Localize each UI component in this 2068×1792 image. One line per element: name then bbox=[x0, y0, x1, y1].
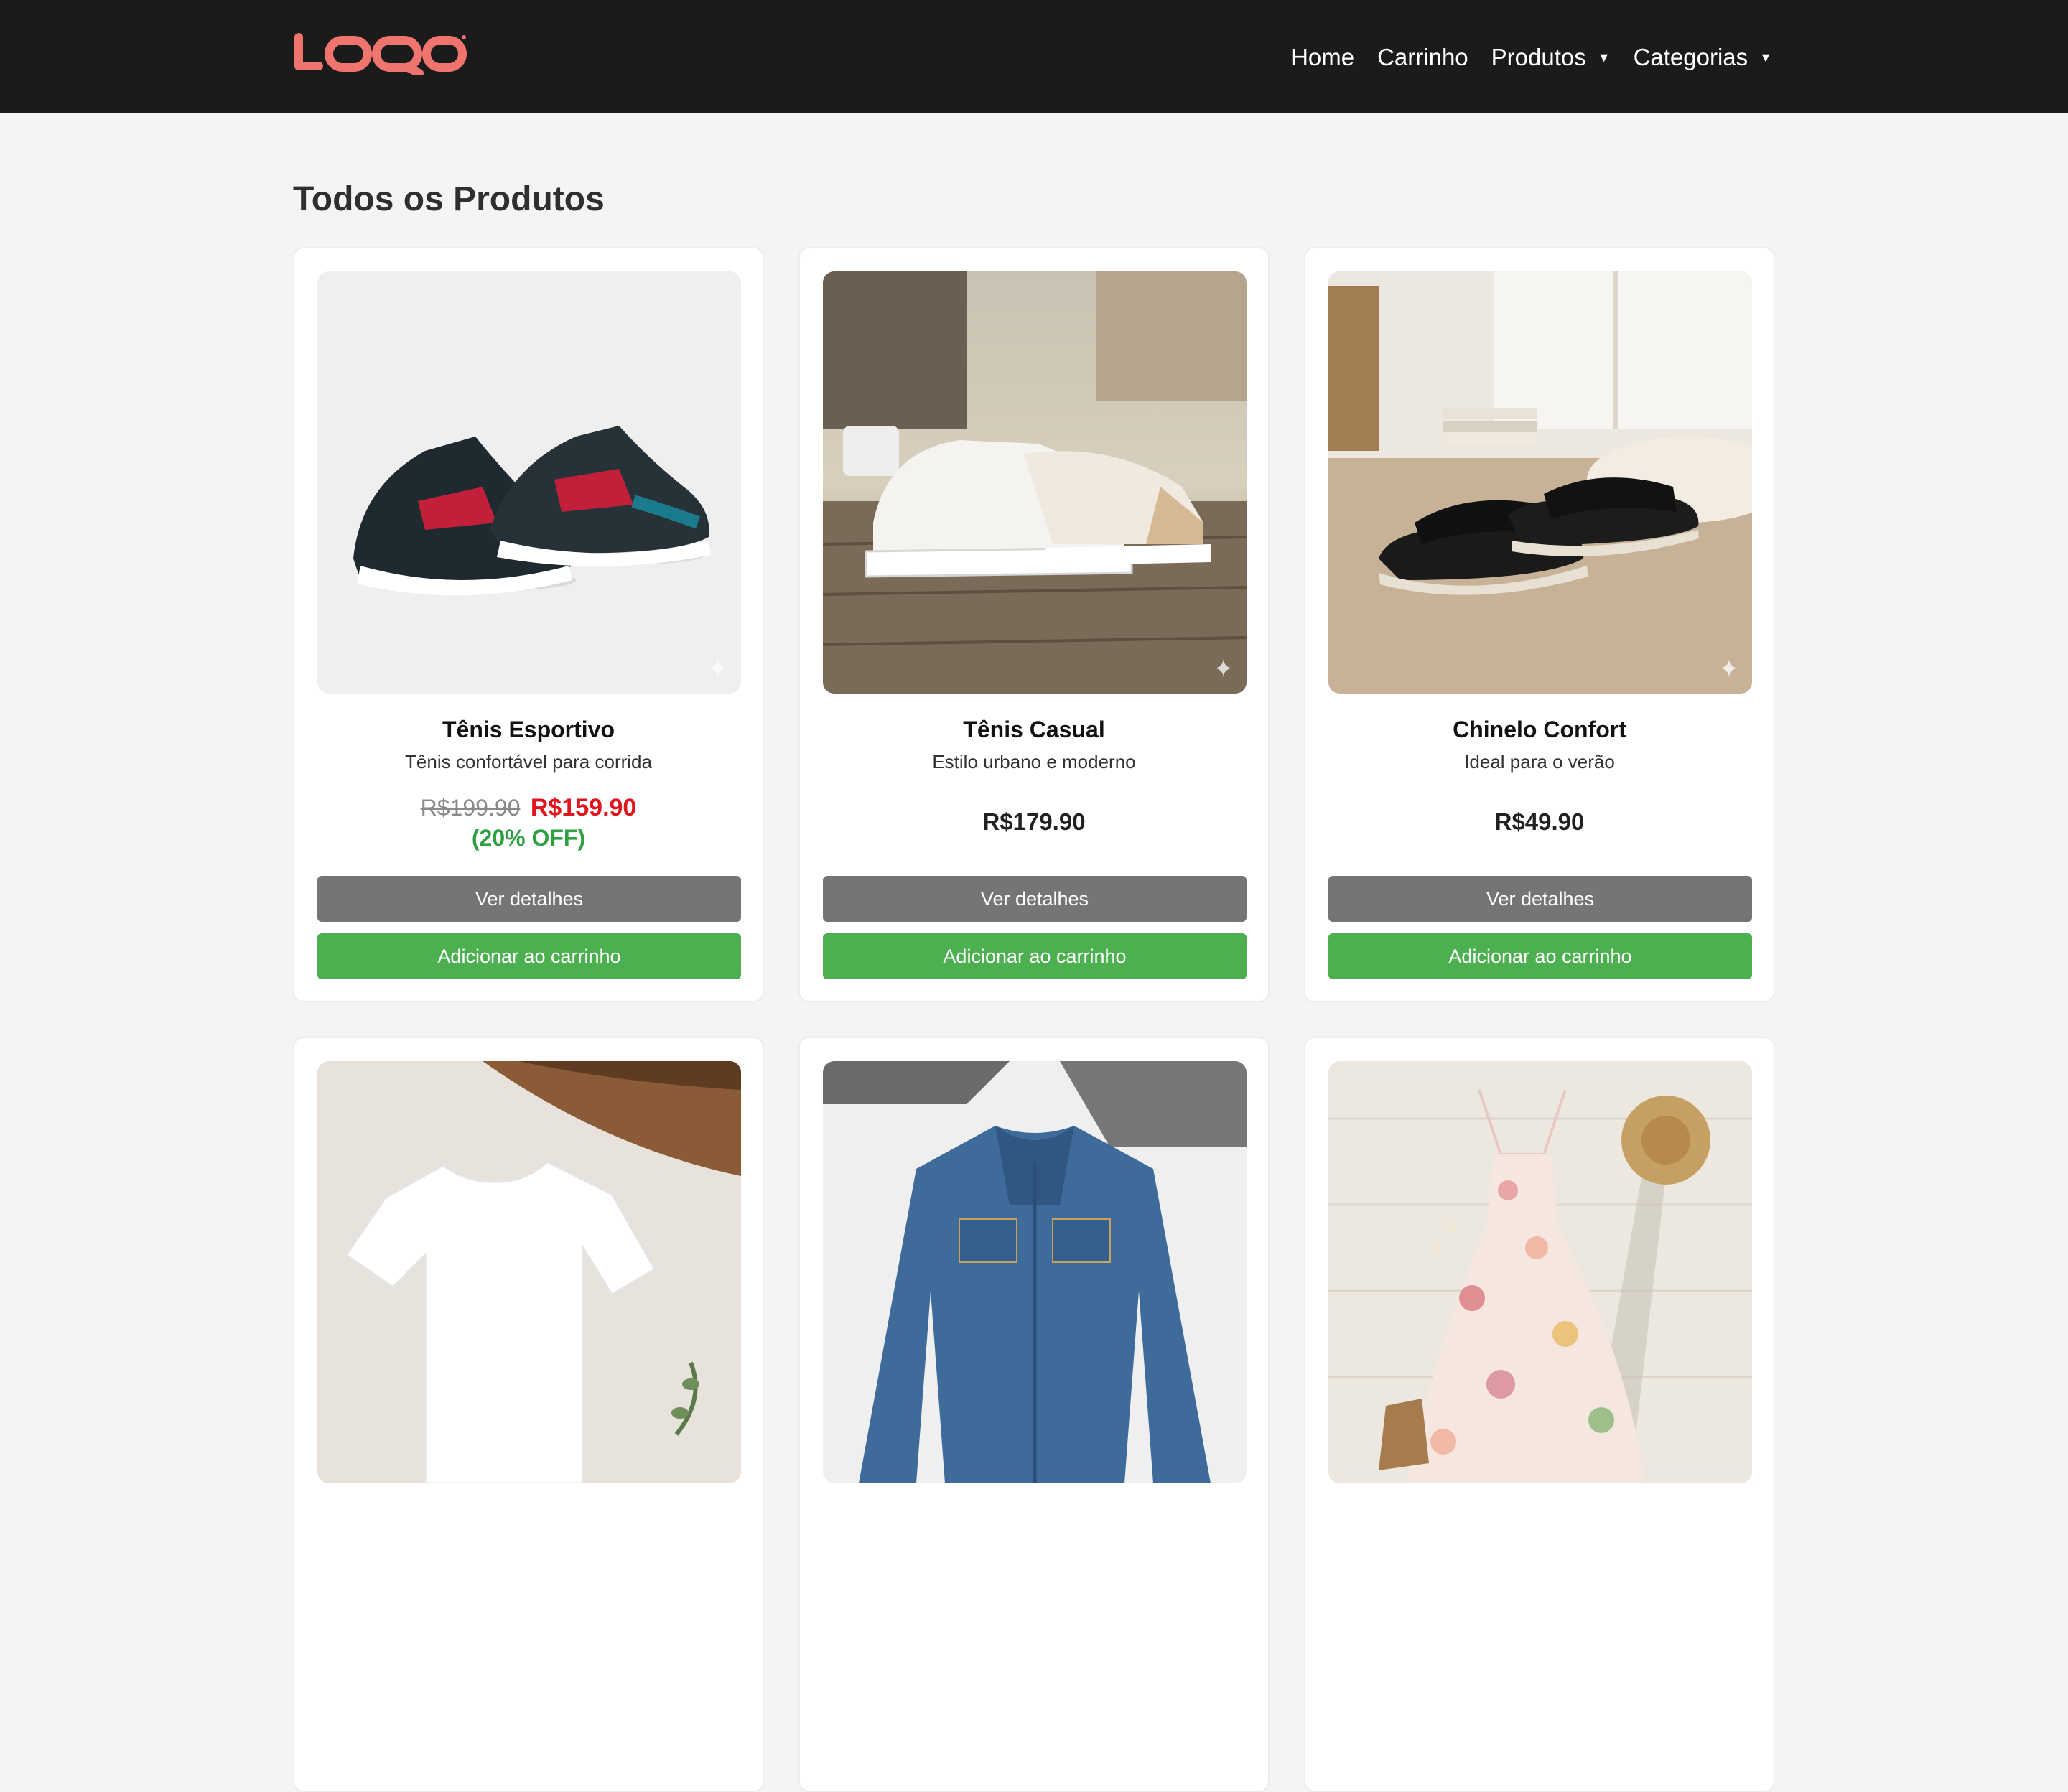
view-details-button[interactable]: Ver detalhes bbox=[823, 876, 1247, 922]
main-nav: Home Carrinho Produtos ▼ Categorias ▼ bbox=[1291, 37, 1772, 78]
product-name: Tênis Casual bbox=[963, 717, 1105, 742]
product-name: Chinelo Confort bbox=[1453, 717, 1626, 742]
product-description: Ideal para o verão bbox=[1464, 751, 1615, 773]
nav-products-dropdown[interactable]: Produtos ▼ bbox=[1491, 44, 1611, 71]
product-price: R$49.90 bbox=[1494, 808, 1585, 835]
nav-products-label: Produtos bbox=[1491, 44, 1586, 70]
add-to-cart-button[interactable]: Adicionar ao carrinho bbox=[1328, 933, 1752, 979]
product-image-denim-jacket[interactable] bbox=[823, 1061, 1247, 1483]
product-card: ✦ Tênis Casual Estilo urbano e moderno R… bbox=[798, 247, 1270, 1002]
sale-price: R$159.90 bbox=[530, 794, 637, 821]
view-details-button[interactable]: Ver detalhes bbox=[317, 876, 741, 922]
add-to-cart-button[interactable]: Adicionar ao carrinho bbox=[317, 933, 741, 979]
product-description: Estilo urbano e moderno bbox=[932, 751, 1136, 773]
product-image-floral-dress[interactable] bbox=[1328, 1061, 1752, 1483]
sparkle-icon: ✦ bbox=[707, 655, 729, 683]
add-to-cart-button[interactable]: Adicionar ao carrinho bbox=[823, 933, 1247, 979]
product-card: ✦ Tênis Esportivo Tênis confortável para… bbox=[293, 247, 764, 1002]
product-image-tshirt[interactable] bbox=[317, 1061, 741, 1483]
product-image-sneakers[interactable]: ✦ bbox=[317, 271, 741, 694]
page-title: Todos os Produtos bbox=[293, 180, 605, 218]
product-price: R$179.90 bbox=[982, 808, 1086, 835]
nav-cart-label: Carrinho bbox=[1377, 44, 1468, 70]
caret-down-icon: ▼ bbox=[1597, 50, 1611, 65]
product-image-casual-sneakers[interactable]: ✦ bbox=[823, 271, 1247, 694]
nav-categories-label: Categorias bbox=[1633, 44, 1748, 70]
view-details-button[interactable]: Ver detalhes bbox=[1328, 876, 1752, 922]
product-card bbox=[293, 1037, 764, 1792]
caret-down-icon: ▼ bbox=[1759, 50, 1772, 65]
product-description: Tênis confortável para corrida bbox=[405, 751, 652, 773]
original-price: R$199.90 bbox=[420, 795, 521, 821]
nav-home[interactable]: Home bbox=[1291, 44, 1354, 71]
nav-cart[interactable]: Carrinho bbox=[1377, 44, 1468, 71]
top-navbar: Home Carrinho Produtos ▼ Categorias ▼ bbox=[0, 0, 2068, 113]
brand-logo[interactable] bbox=[293, 32, 467, 75]
sparkle-icon: ✦ bbox=[1718, 655, 1740, 683]
product-image-slides[interactable]: ✦ bbox=[1328, 271, 1752, 694]
nav-home-label: Home bbox=[1291, 44, 1355, 70]
product-grid: ✦ Tênis Esportivo Tênis confortável para… bbox=[293, 247, 1775, 1792]
nav-categories-dropdown[interactable]: Categorias ▼ bbox=[1634, 44, 1772, 71]
sparkle-icon: ✦ bbox=[1213, 655, 1234, 683]
product-card bbox=[1304, 1037, 1775, 1792]
product-price: R$199.90 R$159.90 (20% OFF) bbox=[294, 794, 763, 851]
discount-badge: (20% OFF) bbox=[471, 825, 586, 851]
product-card: ✦ Chinelo Confort Ideal para o verão R$4… bbox=[1304, 247, 1775, 1002]
product-name: Tênis Esportivo bbox=[442, 717, 615, 742]
product-card bbox=[798, 1037, 1270, 1792]
